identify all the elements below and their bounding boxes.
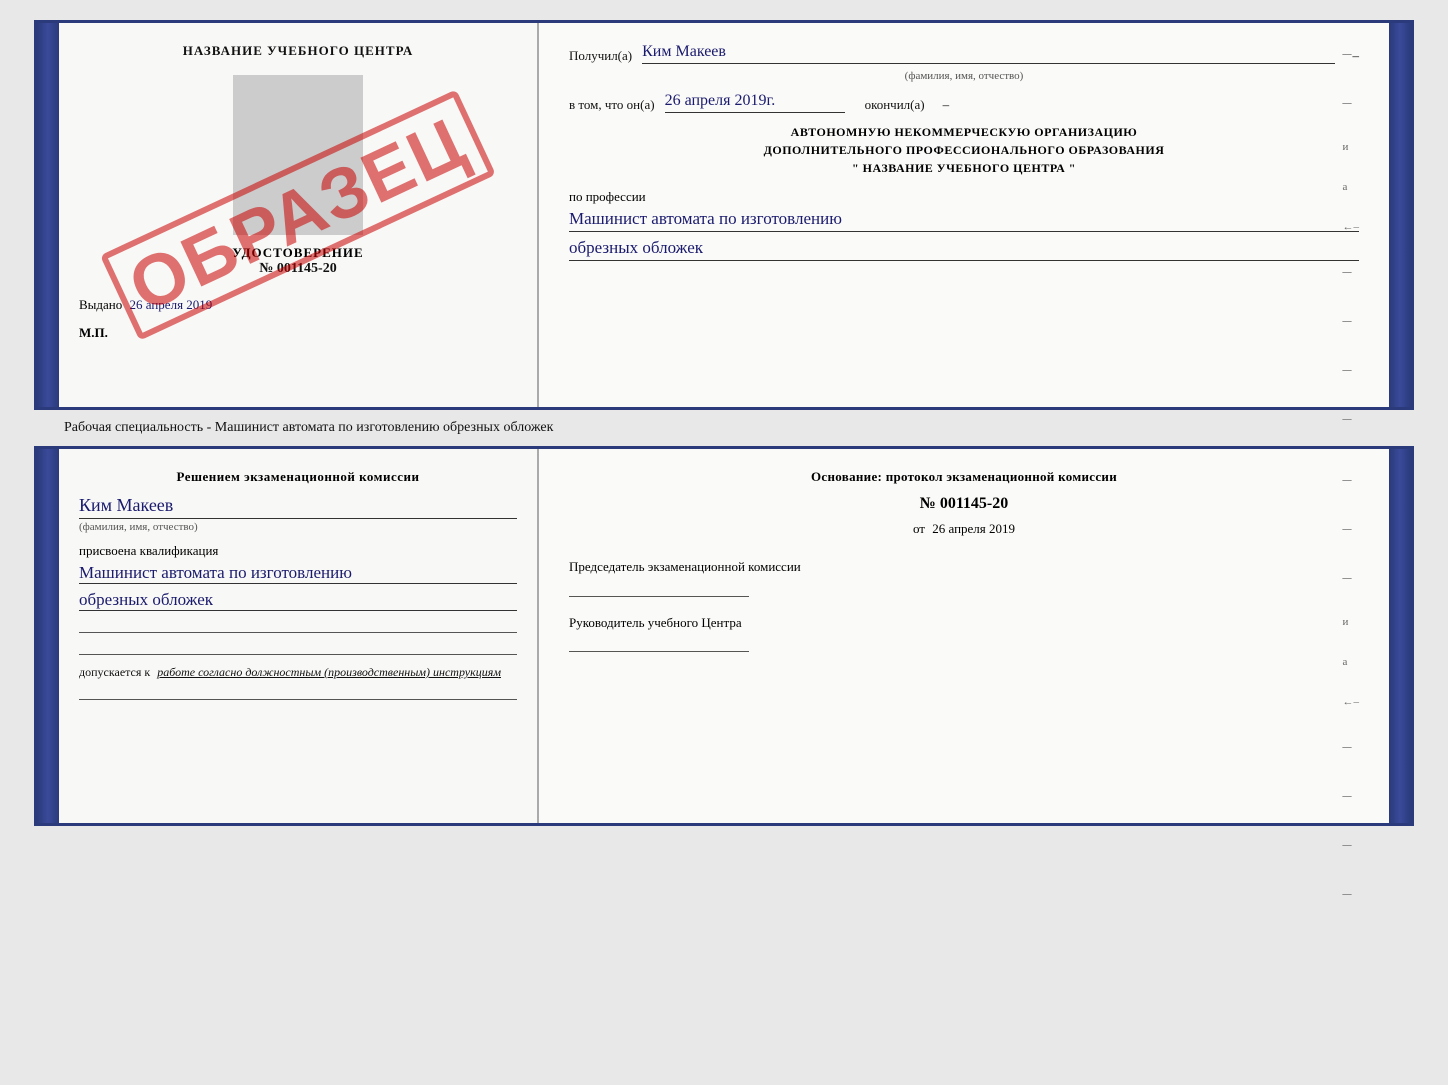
bl-name: Ким Макеев (79, 495, 517, 516)
bl-line2 (79, 639, 517, 655)
predsedatel-line (569, 581, 749, 597)
bl-dopusk-prefix: допускается к (79, 665, 150, 679)
vtom-value: 26 апреля 2019г. (665, 92, 845, 113)
left-spine-bottom (37, 449, 59, 823)
vydano-line: Выдано 26 апреля 2019 (79, 297, 517, 313)
right-dash-lines: – – и а ←– – – – – (1343, 43, 1360, 429)
br-osnov: Основание: протокол экзаменационной коми… (569, 469, 1359, 485)
udost-number: № 001145-20 (79, 261, 517, 277)
bottom-right-panel: Основание: протокол экзаменационной коми… (539, 449, 1389, 823)
br-dash-lines: – – – и а ←– – – – – (1343, 469, 1360, 904)
date-prefix: от (913, 521, 925, 536)
document-wrapper: НАЗВАНИЕ УЧЕБНОГО ЦЕНТРА УДОСТОВЕРЕНИЕ №… (34, 20, 1414, 826)
profession-line2: обрезных обложек (569, 238, 1359, 261)
top-left-panel: НАЗВАНИЕ УЧЕБНОГО ЦЕНТРА УДОСТОВЕРЕНИЕ №… (59, 23, 539, 407)
top-document: НАЗВАНИЕ УЧЕБНОГО ЦЕНТРА УДОСТОВЕРЕНИЕ №… (34, 20, 1414, 410)
bl-line1 (79, 617, 517, 633)
org-line3: " НАЗВАНИЕ УЧЕБНОГО ЦЕНТРА " (569, 159, 1359, 177)
right-spine-bottom (1389, 449, 1411, 823)
org-line2: ДОПОЛНИТЕЛЬНОГО ПРОФЕССИОНАЛЬНОГО ОБРАЗО… (569, 141, 1359, 159)
bl-header: Решением экзаменационной комиссии (79, 469, 517, 485)
separator-text: Рабочая специальность - Машинист автомат… (34, 420, 1414, 436)
okonchil-label: окончил(а) (865, 97, 925, 113)
poluchil-label: Получил(а) (569, 48, 632, 64)
school-name-header: НАЗВАНИЕ УЧЕБНОГО ЦЕНТРА (79, 43, 517, 59)
br-date: от 26 апреля 2019 (569, 521, 1359, 537)
dash2: – (943, 97, 950, 113)
bl-dopusk-italic: работе согласно должностным (производств… (157, 665, 501, 679)
bottom-left-panel: Решением экзаменационной комиссии Ким Ма… (59, 449, 539, 823)
predsedatel-label: Председатель экзаменационной комиссии (569, 557, 1359, 577)
poluchil-value: Ким Макеев (642, 43, 1334, 64)
bl-fio-sub: (фамилия, имя, отчество) (79, 518, 517, 533)
bottom-document: Решением экзаменационной комиссии Ким Ма… (34, 446, 1414, 826)
profession-line1: Машинист автомата по изготовлению (569, 209, 1359, 232)
top-right-panel: Получил(а) Ким Макеев – (фамилия, имя, о… (539, 23, 1389, 407)
bl-prisvoena-label: присвоена квалификация (79, 543, 517, 559)
date-value: 26 апреля 2019 (932, 521, 1015, 536)
vydano-prefix: Выдано (79, 297, 122, 312)
bl-qualification-line2: обрезных обложек (79, 590, 517, 611)
br-number: № 001145-20 (569, 495, 1359, 513)
org-section: АВТОНОМНУЮ НЕКОММЕРЧЕСКУЮ ОРГАНИЗАЦИЮ ДО… (569, 123, 1359, 177)
profession-label: по профессии (569, 189, 1359, 205)
udost-label: УДОСТОВЕРЕНИЕ (79, 245, 517, 261)
poluchil-row: Получил(а) Ким Макеев – (569, 43, 1359, 64)
vtom-label: в том, что он(а) (569, 97, 655, 113)
bl-qualification-line1: Машинист автомата по изготовлению (79, 563, 517, 584)
fio-sub: (фамилия, имя, отчество) (569, 70, 1359, 82)
vydano-date: 26 апреля 2019 (130, 297, 213, 312)
bl-line3 (79, 684, 517, 700)
vtom-row: в том, что он(а) 26 апреля 2019г. окончи… (569, 92, 1359, 113)
mp-label: М.П. (79, 325, 517, 341)
right-spine-top (1389, 23, 1411, 407)
bl-dopusk: допускается к работе согласно должностны… (79, 665, 517, 680)
udost-block: УДОСТОВЕРЕНИЕ № 001145-20 (79, 245, 517, 277)
left-spine-top (37, 23, 59, 407)
rukovoditel-line (569, 636, 749, 652)
photo-placeholder (233, 75, 363, 235)
rukovoditel-label: Руководитель учебного Центра (569, 613, 1359, 633)
org-line1: АВТОНОМНУЮ НЕКОММЕРЧЕСКУЮ ОРГАНИЗАЦИЮ (569, 123, 1359, 141)
